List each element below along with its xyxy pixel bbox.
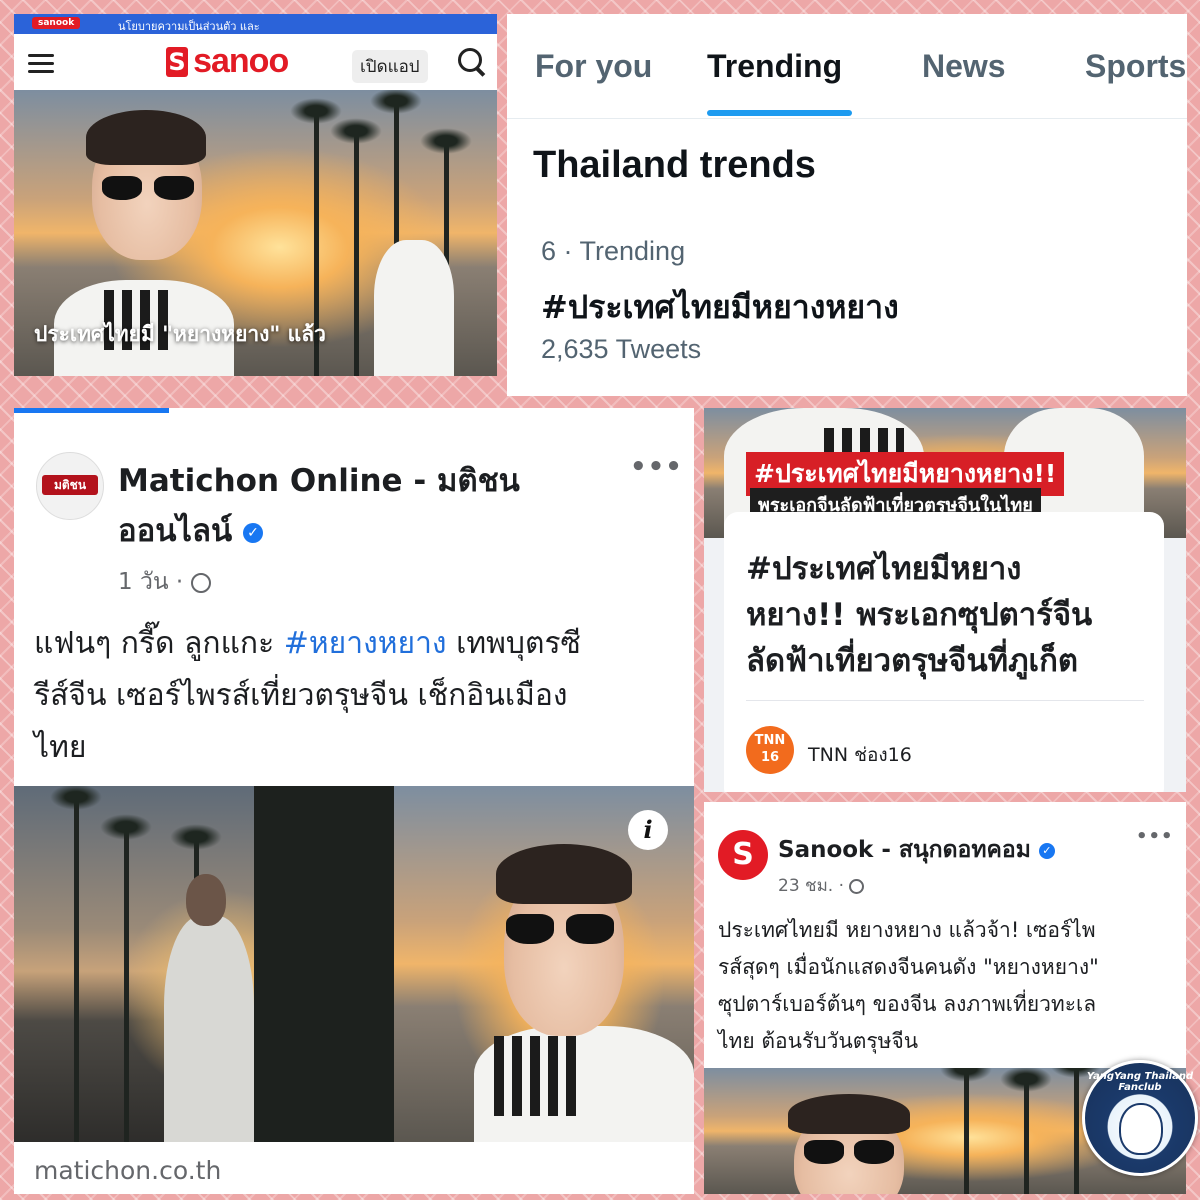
trend-rank-label: 6 · Trending xyxy=(541,236,686,266)
info-icon[interactable]: i xyxy=(628,810,668,850)
privacy-text: นโยบายความเป็นส่วนตัว และ xyxy=(118,20,260,33)
post-text-part1: แฟนๆ กรี๊ด ลูกแกะ xyxy=(34,626,284,661)
section-title: Thailand trends xyxy=(533,144,816,186)
loading-bar xyxy=(14,408,169,413)
fanclub-logo-text: YangYang Thailand Fanclub xyxy=(1086,1071,1194,1093)
matichon-page-name[interactable]: Matichon Online - มติชน ออนไลน์ ✓ xyxy=(118,456,558,556)
sanook-mini-logo: sanook xyxy=(32,17,81,29)
tnn-headline-line1: #ประเทศไทยมีหยาง xyxy=(746,551,1022,587)
post-text-line1: ประเทศไทยมี หยางหยาง แล้วจ้า! เซอร์ไพ xyxy=(718,918,1096,942)
tnn-headline-line2: หยาง!! พระเอกซุปตาร์จีน xyxy=(746,597,1093,633)
tnn-link-card[interactable]: #ประเทศไทยมีหยาง หยาง!! พระเอกซุปตาร์จีน… xyxy=(724,512,1164,792)
post-timestamp[interactable]: 23 ชม. · xyxy=(778,872,865,899)
sanook-nav-bar: S sanoo เปิดแอป xyxy=(14,34,497,91)
matichon-avatar[interactable]: มติชน xyxy=(36,452,104,520)
post-text-line2: รส์สุดๆ เมื่อนักแสดงจีนคนดัง "หยางหยาง" xyxy=(718,955,1099,979)
sanook-page-name[interactable]: Sanook - สนุกดอทคอม ✓ xyxy=(778,832,1055,868)
sanook-logo[interactable]: S sanoo xyxy=(166,42,289,82)
verified-badge-icon: ✓ xyxy=(243,522,264,543)
matichon-post-panel: มติชน Matichon Online - มติชน ออนไลน์ ✓ … xyxy=(14,408,694,1194)
more-options-icon[interactable]: ••• xyxy=(630,452,683,482)
sanook-brand-text: sanoo xyxy=(193,42,289,80)
tnn-logo-line1: TNN xyxy=(754,733,786,748)
tnn-source-name[interactable]: TNN ช่อง16 xyxy=(808,740,912,770)
post-text-line2: รีส์จีน เซอร์ไพรส์เที่ยวตรุษจีน เช็กอินเ… xyxy=(34,678,568,713)
page-name-line1: Matichon Online - มติชน xyxy=(118,463,520,499)
globe-icon xyxy=(849,878,865,894)
post-body: แฟนๆ กรี๊ด ลูกแกะ #หยางหยาง เทพบุตรซี รี… xyxy=(34,618,674,774)
tab-news[interactable]: News xyxy=(922,48,1006,85)
tnn-post-panel: #ประเทศไทยมีหยางหยาง!! พระเอกจีนลัดฟ้าเท… xyxy=(704,408,1186,792)
link-domain[interactable]: matichon.co.th xyxy=(34,1156,221,1185)
post-time-text: 1 วัน · xyxy=(118,569,184,595)
more-options-icon[interactable]: ••• xyxy=(1136,826,1174,847)
search-icon[interactable] xyxy=(458,48,482,72)
post-photo-left[interactable] xyxy=(14,786,394,1142)
sanook-s-icon: S xyxy=(166,46,188,77)
open-app-button[interactable]: เปิดแอป xyxy=(352,50,428,83)
tab-trending[interactable]: Trending xyxy=(707,48,842,85)
sanook-page-name-text: Sanook - สนุกดอทคอม xyxy=(778,837,1031,863)
matichon-logo-text: มติชน xyxy=(42,475,98,495)
post-timestamp[interactable]: 1 วัน · xyxy=(118,564,211,600)
post-text-line4: ไทย ต้อนรับวันตรุษจีน xyxy=(718,1029,919,1053)
sanook-article-panel: sanook นโยบายความเป็นส่วนตัว และ S sanoo… xyxy=(14,14,497,376)
privacy-bar[interactable]: sanook นโยบายความเป็นส่วนตัว และ xyxy=(14,14,497,34)
post-text-line3: ไทย xyxy=(34,730,87,765)
tnn-logo-line2: 16 xyxy=(760,750,780,765)
globe-icon xyxy=(190,572,211,593)
verified-badge-icon: ✓ xyxy=(1038,842,1055,859)
post-text-part2: เทพบุตรซี xyxy=(446,626,581,661)
active-tab-indicator xyxy=(707,110,852,116)
tnn-headline-line3: ลัดฟ้าเที่ยวตรุษจีนที่ภูเก็ต xyxy=(746,643,1079,679)
twitter-trends-panel: For you Trending News Sports Thailand tr… xyxy=(507,14,1187,396)
tnn-headline: #ประเทศไทยมีหยาง หยาง!! พระเอกซุปตาร์จีน… xyxy=(746,546,1146,684)
menu-icon[interactable] xyxy=(28,54,54,73)
page-name-line2: ออนไลน์ xyxy=(118,513,233,549)
post-body: ประเทศไทยมี หยางหยาง แล้วจ้า! เซอร์ไพ รส… xyxy=(718,912,1176,1060)
sanook-avatar[interactable]: S xyxy=(718,830,768,880)
fanclub-logo: YangYang Thailand Fanclub xyxy=(1082,1060,1198,1176)
tnn16-logo: TNN 16 xyxy=(746,726,794,774)
post-text-line3: ซุปตาร์เบอร์ต้นๆ ของจีน ลงภาพเที่ยวทะเล xyxy=(718,992,1097,1016)
trend-hashtag-link[interactable]: #ประเทศไทยมีหยางหยาง xyxy=(541,282,899,333)
fanclub-portrait-icon xyxy=(1119,1103,1163,1155)
hero-caption: ประเทศไทยมี "หยางหยาง" แล้ว xyxy=(34,322,326,346)
post-time-text: 23 ชม. · xyxy=(778,876,844,896)
tab-for-you[interactable]: For you xyxy=(535,48,652,85)
trend-tweet-count: 2,635 Tweets xyxy=(541,334,702,364)
card-divider xyxy=(746,700,1144,701)
hashtag-link[interactable]: #หยางหยาง xyxy=(284,626,447,661)
explore-tabs: For you Trending News Sports xyxy=(507,14,1187,119)
tab-sports[interactable]: Sports xyxy=(1085,48,1186,85)
